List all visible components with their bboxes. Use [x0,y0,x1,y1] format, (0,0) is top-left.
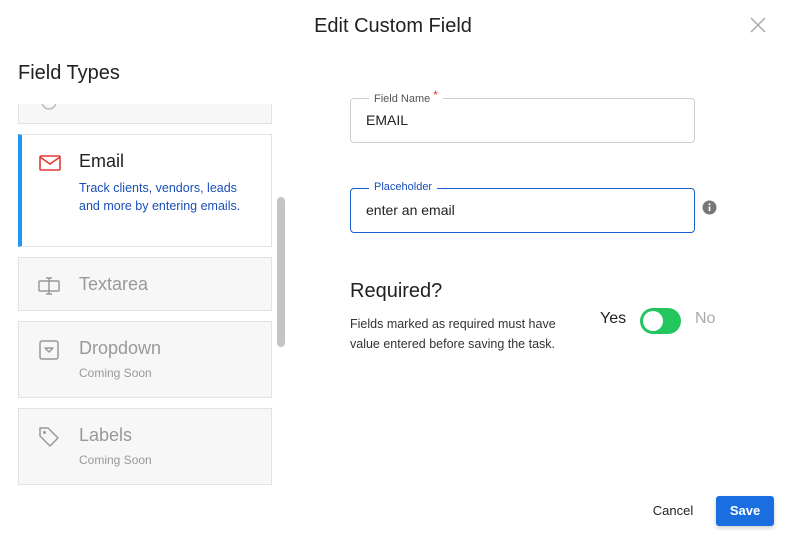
field-name-label-text: Field Name [374,93,431,105]
field-type-name: Textarea [79,274,149,294]
placeholder-field[interactable]: Placeholder [350,181,695,233]
dropdown-icon [37,338,61,362]
field-type-labels[interactable]: Labels Coming Soon [18,408,272,485]
field-type-dropdown[interactable]: Dropdown Coming Soon [18,321,272,398]
field-type-partial[interactable] [18,104,272,124]
partial-icon [37,104,61,123]
textarea-icon [37,274,61,298]
close-icon[interactable] [749,16,767,34]
field-type-name: Dropdown [79,338,162,358]
field-type-email[interactable]: Email Track clients, vendors, leads and … [18,134,272,247]
field-type-name: Email [79,151,125,171]
required-help-text: Fields marked as required must have valu… [350,317,556,351]
coming-soon-label: Coming Soon [79,453,152,467]
field-type-description: Track clients, vendors, leads and more b… [79,181,241,213]
toggle-yes-label: Yes [600,310,627,327]
field-name-field[interactable]: Field Name * [350,88,695,143]
field-type-name: Labels [79,425,133,445]
field-types-heading: Field Types [18,62,120,84]
placeholder-label: Placeholder [369,181,438,193]
dialog-title: Edit Custom Field [314,15,472,37]
save-button[interactable]: Save [716,496,774,526]
field-name-input[interactable] [366,112,676,128]
field-types-list: Email Track clients, vendors, leads and … [18,104,274,486]
cancel-button[interactable]: Cancel [642,498,704,524]
placeholder-input[interactable] [366,202,676,218]
required-heading: Required? [350,280,443,302]
scrollbar-thumb[interactable] [277,197,285,347]
toggle-knob [643,311,663,331]
required-toggle[interactable] [640,308,681,334]
field-name-label: Field Name * [369,88,443,105]
field-type-textarea[interactable]: Textarea [18,257,272,311]
info-icon[interactable] [702,200,717,215]
tag-icon [37,425,61,449]
coming-soon-label: Coming Soon [79,366,152,380]
toggle-no-label: No [695,310,716,327]
mail-icon [38,151,62,175]
required-marker: * [433,88,438,102]
